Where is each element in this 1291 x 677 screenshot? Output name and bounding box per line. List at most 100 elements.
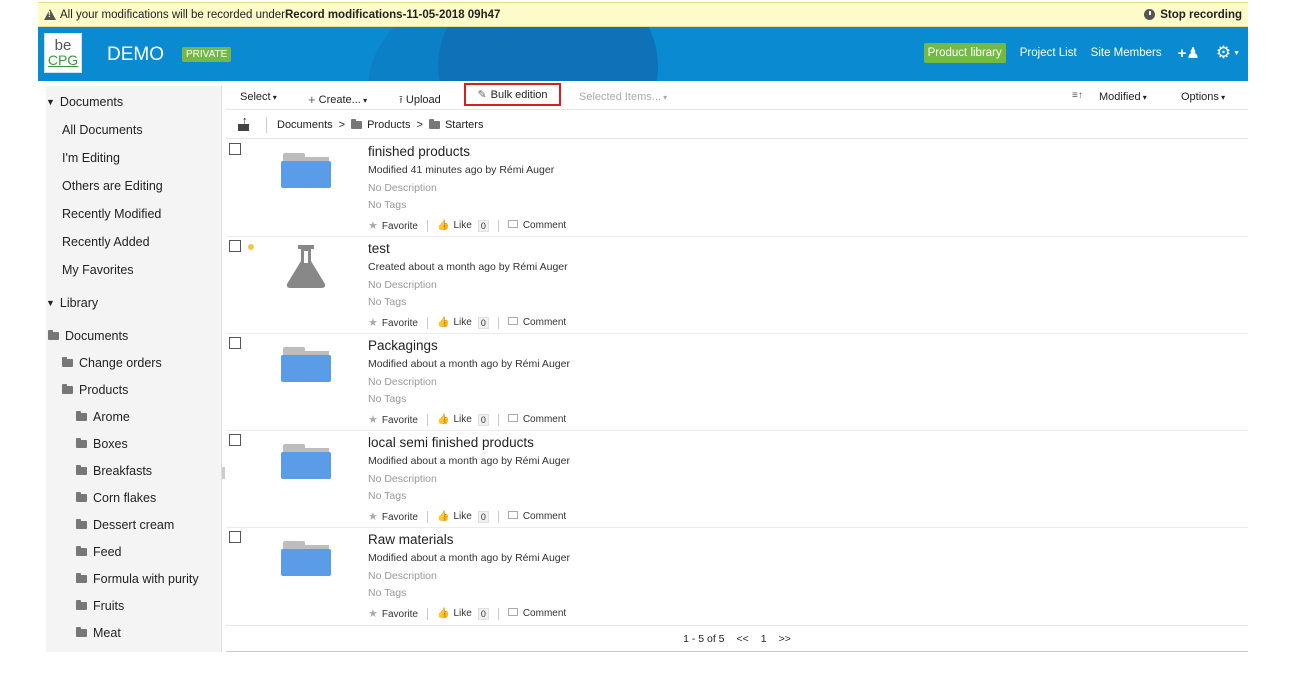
favorite-button[interactable]: ★ Favorite — [368, 316, 418, 329]
tree-item-corn-flakes[interactable]: Corn flakes — [76, 491, 156, 505]
nav-project-list[interactable]: Project List — [1020, 47, 1077, 59]
favorite-button[interactable]: ★ Favorite — [368, 413, 418, 426]
favorite-button[interactable]: ★ Favorite — [368, 219, 418, 232]
filter-recently-modified[interactable]: Recently Modified — [62, 207, 161, 221]
recording-banner: All your modifications will be recorded … — [38, 2, 1248, 27]
sort-direction-icon[interactable]: ≡↑ — [1072, 90, 1083, 101]
folder-icon[interactable] — [281, 444, 331, 480]
favorite-button[interactable]: ★ Favorite — [368, 607, 418, 620]
item-meta: Modified about a month ago by Rémi Auger — [368, 455, 570, 467]
upload-button[interactable]: ⭱ Upload — [399, 91, 441, 110]
like-count: 0 — [477, 607, 489, 620]
like-button[interactable]: 👍 Like — [437, 317, 472, 328]
nav-product-library[interactable]: Product library — [923, 43, 1006, 63]
folder-icon — [428, 118, 440, 129]
like-count: 0 — [477, 219, 489, 232]
item-title[interactable]: Packagings — [368, 338, 438, 353]
sidebar-documents-header[interactable]: ▼ Documents — [46, 95, 123, 109]
row-checkbox[interactable] — [229, 143, 241, 155]
tree-item-change-orders[interactable]: Change orders — [62, 356, 162, 370]
like-button[interactable]: 👍 Like — [437, 414, 472, 425]
list-item: test Created about a month ago by Rémi A… — [226, 237, 1248, 334]
thumbs-up-icon: 👍 — [437, 414, 450, 425]
becpg-logo[interactable]: be CPG — [44, 33, 82, 73]
item-title[interactable]: finished products — [368, 144, 470, 159]
collapse-triangle-icon: ▼ — [46, 97, 55, 107]
item-description: No Description — [368, 376, 437, 388]
bulk-edition-button[interactable]: ✎ Bulk edition — [464, 83, 561, 106]
row-checkbox[interactable] — [229, 434, 241, 446]
row-checkbox[interactable] — [229, 337, 241, 349]
sidebar-library-header[interactable]: ▼ Library — [46, 296, 98, 310]
like-count: 0 — [477, 316, 489, 329]
tree-item-breakfasts[interactable]: Breakfasts — [76, 464, 152, 478]
filter-others-editing[interactable]: Others are Editing — [62, 179, 163, 193]
row-checkbox[interactable] — [229, 240, 241, 252]
filter-recently-added[interactable]: Recently Added — [62, 235, 150, 249]
site-title[interactable]: DEMO — [107, 44, 164, 66]
star-icon: ★ — [368, 414, 378, 426]
tree-item-arome[interactable]: Arome — [76, 410, 130, 424]
comment-button[interactable]: Comment — [507, 511, 566, 522]
tree-item-meat[interactable]: Meat — [76, 626, 121, 640]
tree-item-documents[interactable]: Documents — [48, 329, 128, 343]
like-count: 0 — [477, 510, 489, 523]
row-checkbox[interactable] — [229, 531, 241, 543]
item-meta: Modified 41 minutes ago by Rémi Auger — [368, 164, 555, 176]
tree-item-formula-with-purity[interactable]: Formula with purity — [76, 572, 199, 586]
filter-all-documents[interactable]: All Documents — [62, 123, 143, 137]
item-tags: No Tags — [368, 490, 407, 502]
comment-button[interactable]: Comment — [507, 317, 566, 328]
tree-item-fruits[interactable]: Fruits — [76, 599, 124, 613]
select-menu-button[interactable]: Select — [240, 91, 277, 103]
item-title[interactable]: Raw materials — [368, 532, 454, 547]
previous-page-button[interactable]: << — [737, 633, 749, 645]
folder-icon[interactable] — [281, 153, 331, 189]
like-button[interactable]: 👍 Like — [437, 608, 472, 619]
create-menu-button[interactable]: + Create... — [308, 91, 367, 107]
options-menu-button[interactable]: Options — [1181, 91, 1225, 103]
nav-site-members[interactable]: Site Members — [1091, 47, 1162, 59]
like-count: 0 — [477, 413, 489, 426]
stop-recording-button[interactable]: Stop recording — [1144, 9, 1242, 21]
breadcrumb-products[interactable]: Products — [367, 119, 410, 131]
comment-button[interactable]: Comment — [507, 608, 566, 619]
filter-my-favorites[interactable]: My Favorites — [62, 263, 134, 277]
tree-item-feed[interactable]: Feed — [76, 545, 122, 559]
visibility-badge: PRIVATE — [182, 47, 232, 62]
page-number[interactable]: 1 — [761, 633, 767, 645]
chevron-down-icon[interactable]: ▼ — [1233, 50, 1240, 57]
sidebar: ▼ Documents All Documents I'm Editing Ot… — [46, 86, 222, 652]
add-member-icon[interactable]: +♟ — [1178, 44, 1200, 62]
tree-item-boxes[interactable]: Boxes — [76, 437, 128, 451]
item-title[interactable]: test — [368, 241, 390, 256]
folder-icon[interactable] — [281, 347, 331, 383]
item-description: No Description — [368, 570, 437, 582]
panel-resize-handle[interactable] — [222, 467, 225, 479]
folder-icon[interactable] — [281, 541, 331, 577]
folder-icon — [76, 492, 87, 502]
tree-item-dessert-cream[interactable]: Dessert cream — [76, 518, 174, 532]
like-button[interactable]: 👍 Like — [437, 511, 472, 522]
folder-up-icon[interactable] — [238, 115, 252, 131]
sort-field-menu[interactable]: Modified — [1099, 91, 1147, 103]
filter-im-editing[interactable]: I'm Editing — [62, 151, 120, 165]
page-range: 1 - 5 of 5 — [683, 632, 725, 645]
next-page-button[interactable]: >> — [779, 633, 791, 645]
tree-item-products[interactable]: Products — [62, 383, 128, 397]
favorite-button[interactable]: ★ Favorite — [368, 510, 418, 523]
like-button[interactable]: 👍 Like — [437, 220, 472, 231]
document-list: finished products Modified 41 minutes ag… — [226, 140, 1248, 625]
folder-icon — [76, 600, 87, 610]
folder-icon — [76, 411, 87, 421]
item-title[interactable]: local semi finished products — [368, 435, 534, 450]
folder-icon — [76, 519, 87, 529]
comment-button[interactable]: Comment — [507, 220, 566, 231]
flask-icon[interactable] — [283, 244, 329, 290]
gear-icon[interactable]: ⚙ — [1216, 43, 1231, 63]
star-icon: ★ — [368, 608, 378, 620]
item-tags: No Tags — [368, 199, 407, 211]
breadcrumb-documents[interactable]: Documents — [277, 119, 333, 131]
selected-items-menu[interactable]: Selected Items... — [579, 91, 667, 103]
comment-button[interactable]: Comment — [507, 414, 566, 425]
